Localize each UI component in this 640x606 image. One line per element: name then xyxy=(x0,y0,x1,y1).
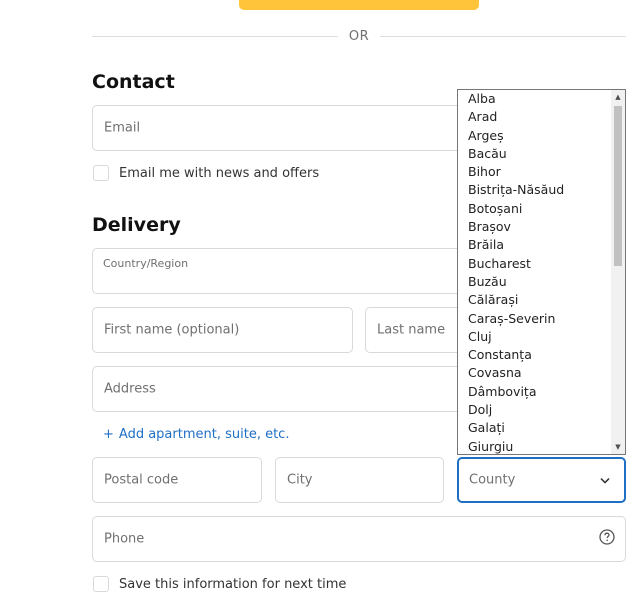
dropdown-scrollbar[interactable]: ▲ ▼ xyxy=(611,90,625,454)
add-apartment-label: Add apartment, suite, etc. xyxy=(118,427,290,442)
county-option[interactable]: Giurgiu xyxy=(458,438,625,454)
county-option[interactable]: Brăila xyxy=(458,236,625,254)
county-option[interactable]: Buzău xyxy=(458,273,625,291)
county-option[interactable]: Botoșani xyxy=(458,200,625,218)
county-option[interactable]: Cluj xyxy=(458,328,625,346)
scroll-thumb[interactable] xyxy=(614,106,622,266)
first-name-placeholder: First name (optional) xyxy=(104,322,240,338)
phone-field[interactable]: Phone xyxy=(92,516,626,562)
scroll-down-arrow-icon[interactable]: ▼ xyxy=(611,440,625,454)
address-placeholder: Address xyxy=(104,381,156,397)
county-option[interactable]: Bistrița-Năsăud xyxy=(458,181,625,199)
divider-or-text: OR xyxy=(348,29,370,44)
county-placeholder: County xyxy=(469,472,516,488)
divider-line-right xyxy=(380,36,626,37)
county-option[interactable]: Dâmbovița xyxy=(458,383,625,401)
county-option[interactable]: Bihor xyxy=(458,163,625,181)
divider-line-left xyxy=(92,36,338,37)
county-select[interactable]: County xyxy=(457,457,626,503)
express-checkout-button[interactable] xyxy=(239,0,479,10)
country-label: Country/Region xyxy=(103,257,189,270)
last-name-placeholder: Last name xyxy=(377,322,446,338)
county-dropdown-list[interactable]: Alba Arad Argeș Bacău Bihor Bistrița-Năsăud Bo… xyxy=(457,89,626,455)
county-option[interactable]: Bucharest xyxy=(458,255,625,273)
county-option[interactable]: Dolj xyxy=(458,401,625,419)
add-apartment-link[interactable]: + Add apartment, suite, etc. xyxy=(103,427,289,442)
city-placeholder: City xyxy=(287,472,313,488)
plus-icon: + xyxy=(103,427,114,442)
county-option[interactable]: Caraș-Severin xyxy=(458,310,625,328)
question-circle-icon[interactable] xyxy=(599,529,615,549)
city-field[interactable]: City xyxy=(275,457,444,503)
county-option[interactable]: Brașov xyxy=(458,218,625,236)
county-option[interactable]: Bacău xyxy=(458,145,625,163)
postal-code-placeholder: Postal code xyxy=(104,472,179,488)
newsletter-label: Email me with news and offers xyxy=(119,166,320,181)
county-option[interactable]: Călărași xyxy=(458,291,625,309)
county-option[interactable]: Alba xyxy=(458,90,625,108)
delivery-heading: Delivery xyxy=(92,214,181,236)
chevron-down-icon xyxy=(600,470,610,489)
county-option[interactable]: Arad xyxy=(458,108,625,126)
email-placeholder: Email xyxy=(104,120,141,136)
phone-placeholder: Phone xyxy=(104,531,145,547)
save-info-label: Save this information for next time xyxy=(119,577,347,592)
county-option[interactable]: Constanța xyxy=(458,346,625,364)
county-option[interactable]: Galați xyxy=(458,419,625,437)
first-name-field[interactable]: First name (optional) xyxy=(92,307,353,353)
county-option[interactable]: Covasna xyxy=(458,364,625,382)
scroll-up-arrow-icon[interactable]: ▲ xyxy=(611,90,625,104)
save-info-checkbox[interactable] xyxy=(93,576,109,592)
postal-code-field[interactable]: Postal code xyxy=(92,457,262,503)
county-option[interactable]: Argeș xyxy=(458,127,625,145)
newsletter-checkbox[interactable] xyxy=(93,165,109,181)
contact-heading: Contact xyxy=(92,71,175,93)
